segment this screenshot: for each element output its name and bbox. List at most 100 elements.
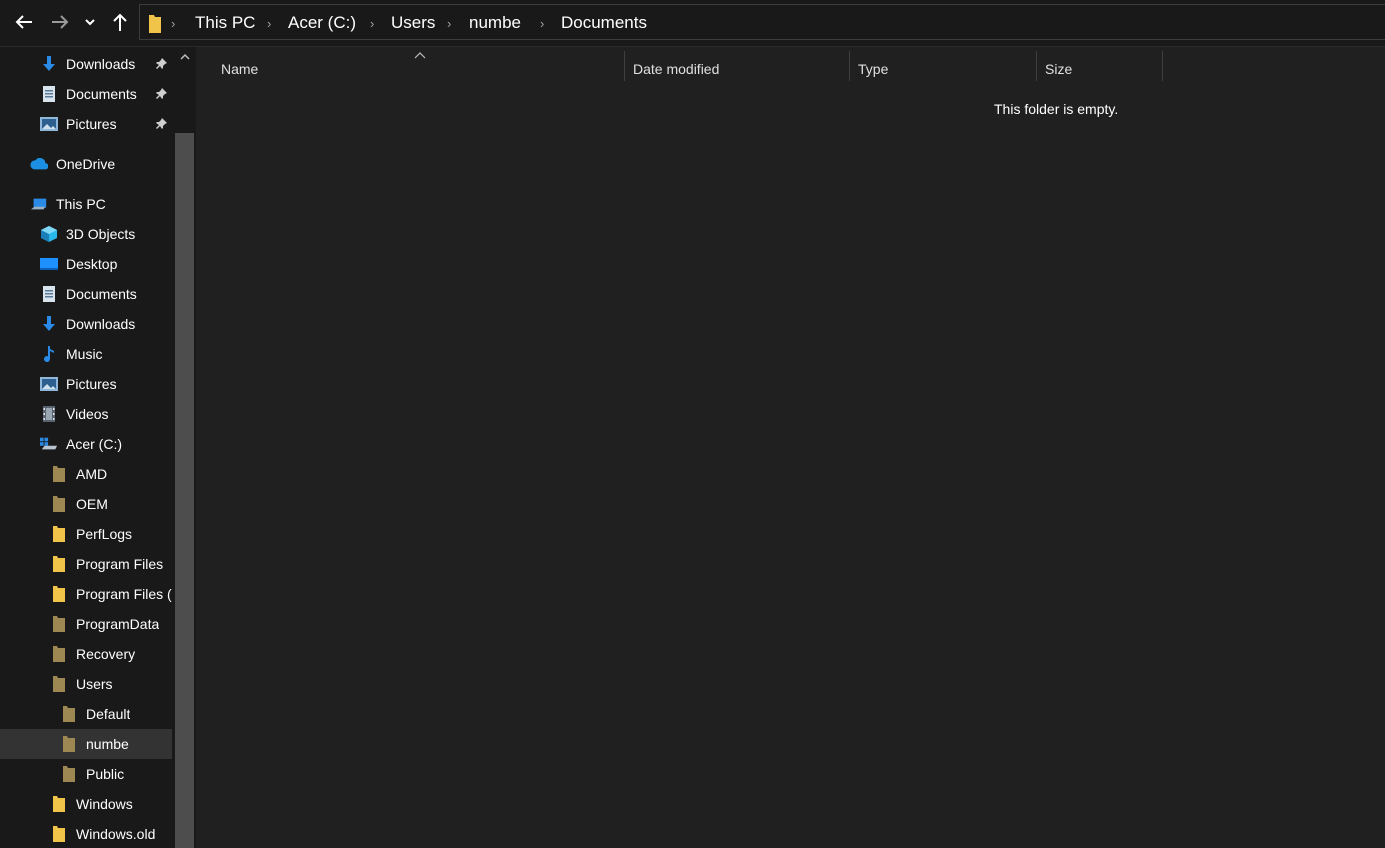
column-divider[interactable]: [1036, 51, 1037, 81]
folder-icon: [50, 466, 68, 482]
breadcrumb-this-pc[interactable]: This PC: [195, 13, 255, 33]
folder-icon: [50, 556, 68, 572]
column-header-date-modified[interactable]: Date modified: [633, 55, 848, 83]
nav-label: Users: [76, 676, 113, 692]
breadcrumb-separator: ›: [447, 16, 452, 31]
pin-icon[interactable]: [155, 57, 167, 73]
nav-label: Program Files (: [76, 586, 172, 602]
breadcrumb-separator: ›: [171, 16, 176, 31]
recent-locations-button[interactable]: [80, 10, 100, 34]
nav-label: Program Files: [76, 556, 164, 572]
nav-desktop[interactable]: Desktop: [0, 249, 172, 279]
nav-folder-perflogs[interactable]: PerfLogs: [0, 519, 172, 549]
nav-videos[interactable]: Videos: [0, 399, 172, 429]
scroll-thumb[interactable]: [175, 133, 194, 848]
download-icon: [40, 316, 58, 332]
column-divider[interactable]: [849, 51, 850, 81]
folder-icon: [60, 736, 78, 752]
address-toolbar: › This PC › Acer (C:) › Users › numbe › …: [0, 0, 1385, 47]
nav-label: Desktop: [66, 256, 118, 272]
nav-downloads[interactable]: Downloads: [0, 309, 172, 339]
forward-arrow-icon: [52, 15, 69, 29]
nav-label: Downloads: [66, 316, 136, 332]
document-icon: [40, 86, 58, 102]
nav-label: numbe: [86, 736, 129, 752]
nav-documents[interactable]: Documents: [0, 279, 172, 309]
breadcrumb-separator: ›: [540, 16, 545, 31]
breadcrumb-user[interactable]: numbe: [469, 13, 521, 33]
nav-label: This PC: [56, 196, 106, 212]
breadcrumb-users[interactable]: Users: [391, 13, 435, 33]
nav-folder-recovery[interactable]: Recovery: [0, 639, 172, 669]
nav-label: AMD: [76, 466, 108, 482]
folder-icon: [50, 826, 68, 842]
folder-icon: [148, 14, 162, 37]
pictures-icon: [40, 116, 58, 132]
cloud-icon: [30, 156, 48, 172]
nav-label: Windows.old: [76, 826, 156, 842]
nav-label: Windows: [76, 796, 133, 812]
nav-label: Acer (C:): [66, 436, 122, 452]
nav-label: OneDrive: [56, 156, 116, 172]
forward-button[interactable]: [48, 10, 72, 34]
nav-label: Pictures: [66, 116, 117, 132]
nav-label: OEM: [76, 496, 108, 512]
quick-access-documents[interactable]: Documents: [0, 79, 172, 109]
quick-access-pictures[interactable]: Pictures: [0, 109, 172, 139]
folder-icon: [50, 586, 68, 602]
nav-scrollbar[interactable]: [175, 47, 194, 848]
column-divider[interactable]: [624, 51, 625, 81]
nav-folder-default[interactable]: Default: [0, 699, 172, 729]
nav-3d-objects[interactable]: 3D Objects: [0, 219, 172, 249]
pin-icon[interactable]: [155, 87, 167, 103]
nav-folder-windows[interactable]: Windows: [0, 789, 172, 819]
navigation-pane: Downloads Documents Pictures OneDrive Th…: [0, 47, 196, 848]
column-header-type[interactable]: Type: [858, 55, 1033, 83]
nav-folder-users[interactable]: Users: [0, 669, 172, 699]
nav-label: 3D Objects: [66, 226, 136, 242]
folder-icon: [50, 496, 68, 512]
nav-folder-windows-old[interactable]: Windows.old: [0, 819, 172, 848]
nav-label: Documents: [66, 86, 137, 102]
nav-folder-program-files[interactable]: Program Files: [0, 549, 172, 579]
back-arrow-icon: [15, 15, 32, 29]
nav-folder-public[interactable]: Public: [0, 759, 172, 789]
back-button[interactable]: [12, 10, 36, 34]
nav-label: Recovery: [76, 646, 136, 662]
nav-folder-program-files-x86[interactable]: Program Files (: [0, 579, 172, 609]
nav-folder-numbe[interactable]: numbe: [0, 729, 172, 759]
computer-icon: [30, 196, 48, 212]
empty-folder-message: This folder is empty.: [994, 101, 1119, 117]
up-arrow-icon: [113, 13, 127, 31]
file-list-pane[interactable]: Name Date modified Type Size This folder…: [196, 47, 1385, 848]
column-divider[interactable]: [1162, 51, 1163, 81]
nav-folder-amd[interactable]: AMD: [0, 459, 172, 489]
music-icon: [40, 346, 58, 362]
nav-this-pc[interactable]: This PC: [0, 189, 172, 219]
nav-onedrive[interactable]: OneDrive: [0, 149, 172, 179]
breadcrumb-separator: ›: [267, 16, 272, 31]
breadcrumb-separator: ›: [370, 16, 375, 31]
nav-label: Public: [86, 766, 125, 782]
nav-folder-oem[interactable]: OEM: [0, 489, 172, 519]
nav-label: Documents: [66, 286, 137, 302]
nav-drive-c[interactable]: Acer (C:): [0, 429, 172, 459]
breadcrumb-drive[interactable]: Acer (C:): [288, 13, 356, 33]
scroll-up-button[interactable]: [175, 47, 194, 133]
quick-access-downloads[interactable]: Downloads: [0, 49, 172, 79]
pin-icon[interactable]: [155, 117, 167, 133]
pictures-icon: [40, 376, 58, 392]
address-bar[interactable]: › This PC › Acer (C:) › Users › numbe › …: [139, 4, 1385, 40]
folder-icon: [60, 706, 78, 722]
column-header-size[interactable]: Size: [1045, 55, 1160, 83]
download-icon: [40, 56, 58, 72]
folder-icon: [50, 796, 68, 812]
breadcrumb-current[interactable]: Documents: [561, 13, 647, 33]
column-header-name[interactable]: Name: [221, 55, 621, 83]
nav-pictures[interactable]: Pictures: [0, 369, 172, 399]
nav-folder-programdata[interactable]: ProgramData: [0, 609, 172, 639]
nav-music[interactable]: Music: [0, 339, 172, 369]
nav-label: Videos: [66, 406, 109, 422]
nav-label: Downloads: [66, 56, 136, 72]
up-button[interactable]: [108, 10, 132, 34]
